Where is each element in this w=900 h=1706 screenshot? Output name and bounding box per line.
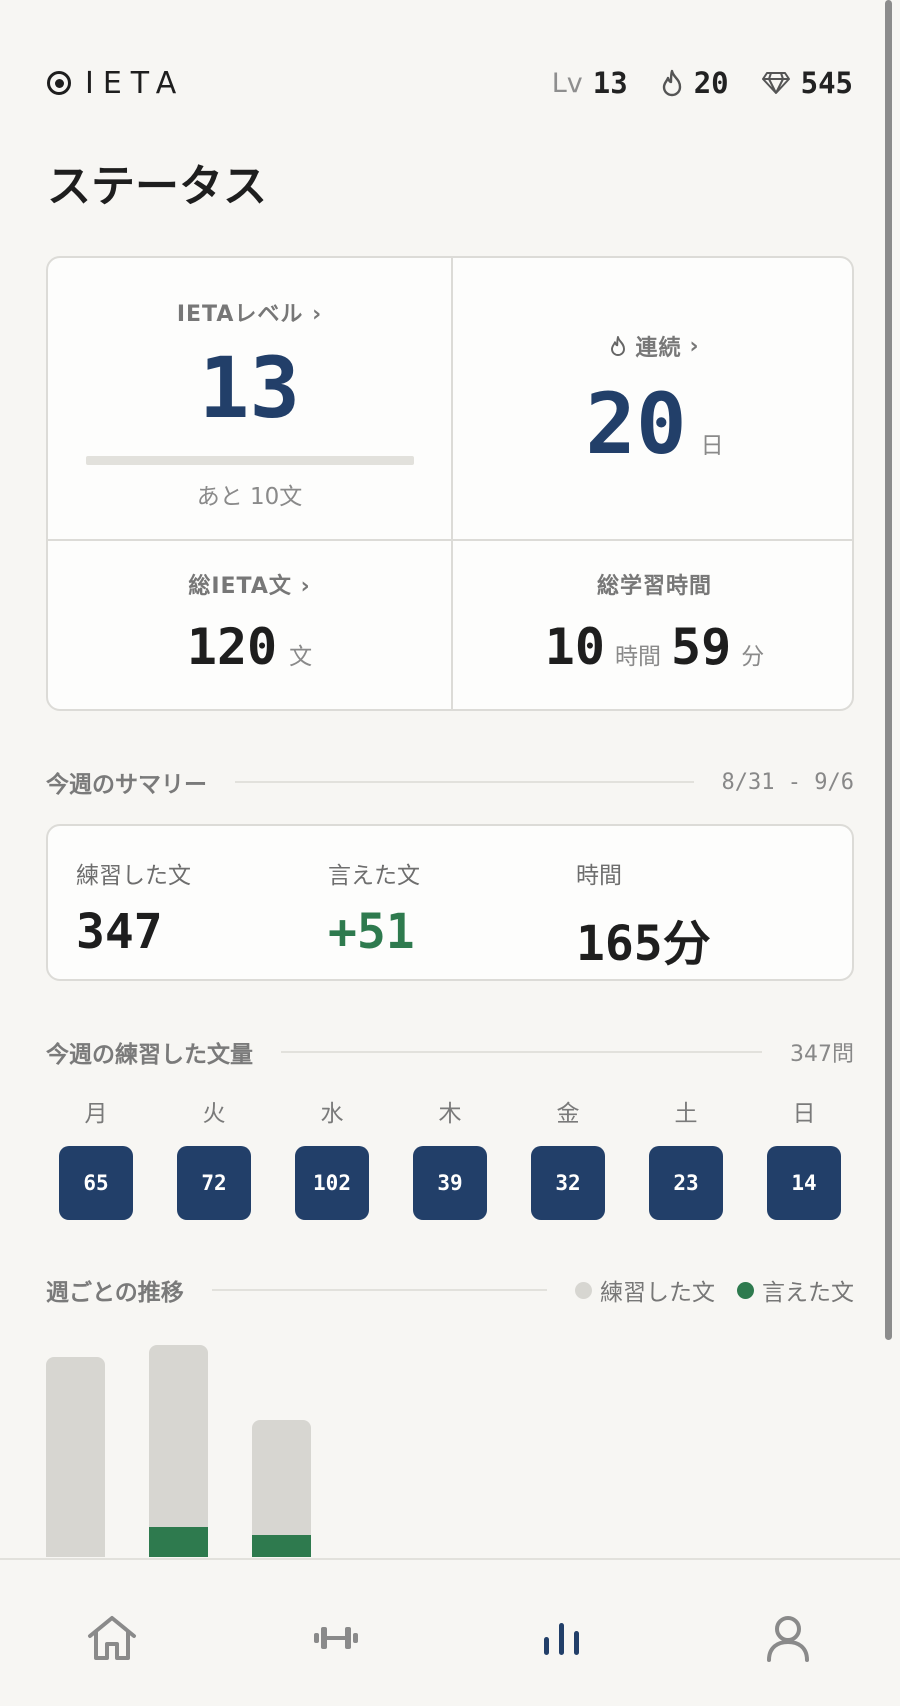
day-name: 金 xyxy=(556,1101,580,1127)
chevron-right-icon: › xyxy=(312,302,323,327)
legend-spoken-swatch xyxy=(737,1281,754,1299)
weekly-days: 月 65 火 72 水 102 木 39 金 32 土 23 日 14 xyxy=(46,1094,854,1224)
legend-practiced-swatch xyxy=(575,1281,592,1299)
nav-home[interactable] xyxy=(82,1608,142,1668)
time-minutes-unit: 分 xyxy=(741,644,765,670)
weekly-section-header: 今週の練習した文量 347問 xyxy=(46,1034,854,1070)
trend-bar-practiced xyxy=(46,1357,105,1557)
day-count: 14 xyxy=(767,1146,841,1220)
total-sentences-card[interactable]: 総IETA文 › 120 文 xyxy=(48,568,451,672)
level-label: IETAレベル xyxy=(176,302,304,327)
spoken-value: +51 xyxy=(328,904,415,960)
practiced-value: 347 xyxy=(76,904,163,960)
streak-unit: 日 xyxy=(700,433,724,459)
chevron-right-icon: › xyxy=(689,333,700,359)
header-streak[interactable]: 20 xyxy=(660,66,729,100)
time-hours-unit: 時間 xyxy=(615,644,661,670)
day-item[interactable]: 金 32 xyxy=(531,1094,605,1220)
nav-profile[interactable] xyxy=(758,1608,818,1668)
day-name: 土 xyxy=(674,1101,698,1127)
bottom-nav xyxy=(0,1558,900,1706)
nav-stats[interactable] xyxy=(532,1608,592,1668)
chart-legend: 練習した文 言えた文 xyxy=(575,1273,854,1307)
time-summary-value: 165分 xyxy=(576,916,711,972)
weekly-total: 347問 xyxy=(790,1042,854,1067)
total-unit: 文 xyxy=(289,644,313,670)
trend-bar-practiced xyxy=(149,1344,208,1557)
day-item[interactable]: 日 14 xyxy=(767,1094,841,1220)
header-stats: Lv 13 20 545 xyxy=(552,66,853,100)
home-icon xyxy=(88,1616,136,1660)
time-hours: 10 xyxy=(544,618,605,676)
time-minutes: 59 xyxy=(671,618,732,676)
top-bar: IETA Lv 13 20 545 xyxy=(47,58,853,108)
header-level[interactable]: Lv 13 xyxy=(552,66,628,100)
header-level-value: 13 xyxy=(592,66,628,100)
day-count: 39 xyxy=(413,1146,487,1220)
level-value: 13 xyxy=(198,339,301,437)
scrollbar[interactable] xyxy=(885,0,892,1340)
user-icon xyxy=(767,1616,809,1662)
flame-icon xyxy=(662,69,681,97)
study-time-card: 総学習時間 10 時間 59 分 xyxy=(453,568,852,676)
practiced-label: 練習した文 xyxy=(76,863,191,889)
legend-practiced: 練習した文 xyxy=(600,1280,715,1306)
trend-title: 週ごとの推移 xyxy=(46,1280,184,1306)
chevron-right-icon: › xyxy=(300,574,311,599)
day-item[interactable]: 木 39 xyxy=(413,1094,487,1220)
dumbbell-icon xyxy=(314,1627,358,1649)
day-count: 65 xyxy=(59,1146,133,1220)
weekly-trend-chart xyxy=(46,1320,854,1557)
header-gems-value: 545 xyxy=(800,66,853,100)
streak-value: 20 xyxy=(585,375,687,473)
total-value: 120 xyxy=(186,618,278,676)
day-count: 32 xyxy=(531,1146,605,1220)
streak-card[interactable]: 連続 › 20 日 xyxy=(453,330,852,473)
status-grid: IETAレベル › 13 あと 10文 連続 › 20 日 総IETA文 › 1… xyxy=(46,256,854,711)
logo-text: IETA xyxy=(85,65,186,101)
day-name: 日 xyxy=(792,1101,816,1127)
summary-section-header: 今週のサマリー 8/31 - 9/6 xyxy=(46,764,854,800)
gem-icon xyxy=(761,72,790,94)
level-progress-bar xyxy=(85,456,414,465)
time-summary-label: 時間 xyxy=(576,863,622,889)
level-remaining: あと 10文 xyxy=(196,484,303,510)
day-name: 水 xyxy=(320,1101,344,1127)
streak-label: 連続 xyxy=(635,336,682,361)
day-item[interactable]: 火 72 xyxy=(177,1094,251,1220)
day-name: 月 xyxy=(84,1101,108,1127)
header-streak-value: 20 xyxy=(693,66,729,100)
trend-bar-spoken xyxy=(252,1534,311,1557)
total-label: 総IETA文 xyxy=(188,574,292,599)
logo-mark-icon xyxy=(47,71,71,95)
page-title: ステータス xyxy=(47,161,267,212)
header-gems[interactable]: 545 xyxy=(761,66,853,100)
trend-bar-practiced xyxy=(252,1419,311,1557)
level-prefix: Lv xyxy=(551,67,583,99)
day-item[interactable]: 月 65 xyxy=(59,1094,133,1220)
day-item[interactable]: 水 102 xyxy=(295,1094,369,1220)
day-name: 火 xyxy=(202,1101,226,1127)
nav-practice[interactable] xyxy=(306,1608,366,1668)
trend-bar-spoken xyxy=(149,1527,208,1557)
flame-icon xyxy=(611,336,626,356)
day-count: 72 xyxy=(177,1146,251,1220)
stats-icon xyxy=(544,1623,579,1655)
level-card[interactable]: IETAレベル › 13 あと 10文 xyxy=(48,296,451,511)
app-logo[interactable]: IETA xyxy=(47,66,185,101)
weekly-title: 今週の練習した文量 xyxy=(46,1042,253,1068)
day-count: 102 xyxy=(295,1146,369,1220)
time-label: 総学習時間 xyxy=(596,574,712,599)
trend-section-header: 週ごとの推移 練習した文 言えた文 xyxy=(46,1272,854,1308)
day-count: 23 xyxy=(649,1146,723,1220)
day-item[interactable]: 土 23 xyxy=(649,1094,723,1220)
spoken-label: 言えた文 xyxy=(328,863,420,889)
day-name: 木 xyxy=(438,1101,462,1127)
summary-range: 8/31 - 9/6 xyxy=(721,769,854,795)
summary-title: 今週のサマリー xyxy=(46,772,207,798)
summary-card: 練習した文 347 言えた文 +51 時間 165分 xyxy=(46,824,854,981)
legend-spoken: 言えた文 xyxy=(762,1280,854,1306)
